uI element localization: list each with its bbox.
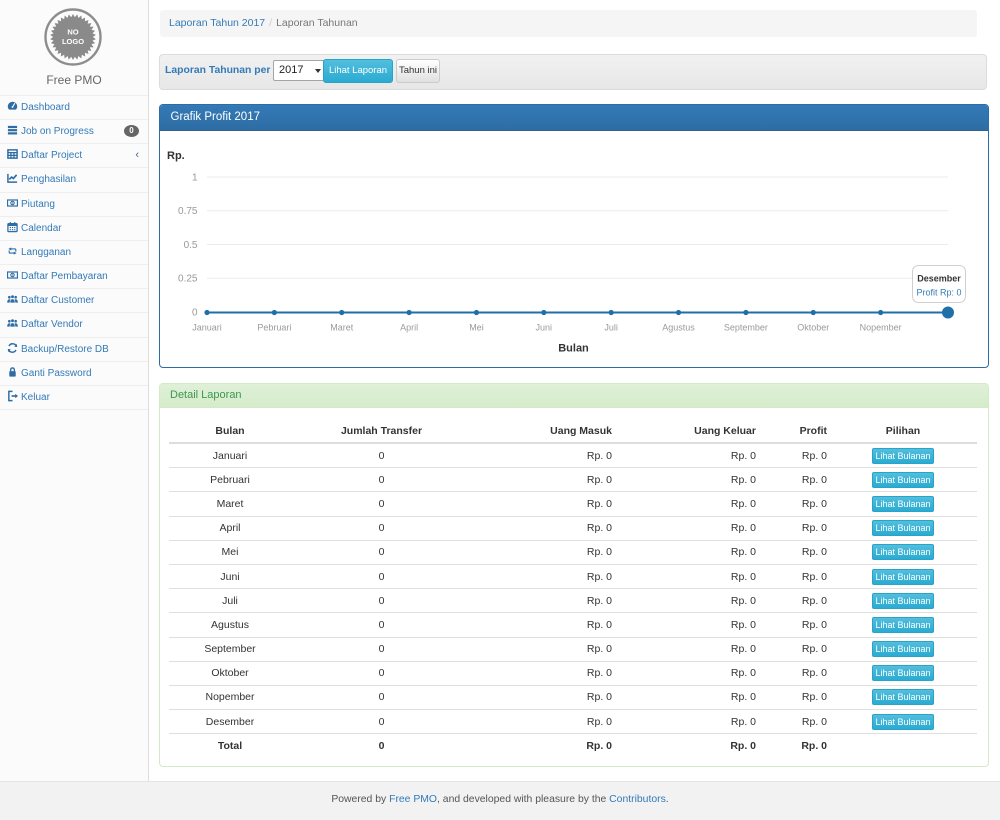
svg-text:Desember: Desember [917,274,961,284]
svg-text:Maret: Maret [330,323,354,333]
svg-text:Nopember: Nopember [860,323,902,333]
svg-text:0.25: 0.25 [178,274,198,285]
svg-text:0.5: 0.5 [184,240,198,251]
svg-text:Mei: Mei [469,323,484,333]
svg-text:Juli: Juli [604,323,618,333]
svg-text:September: September [724,323,768,333]
svg-text:Pebruari: Pebruari [257,323,291,333]
svg-text:Januari: Januari [192,323,222,333]
svg-text:Profit Rp: 0: Profit Rp: 0 [916,288,961,298]
svg-text:Bulan: Bulan [558,343,589,355]
svg-text:LOGO: LOGO [62,37,84,46]
svg-text:0: 0 [192,308,198,319]
svg-text:NO: NO [67,28,78,37]
svg-text:April: April [400,323,418,333]
svg-text:0.75: 0.75 [178,206,198,217]
svg-text:1: 1 [192,173,198,184]
svg-text:Juni: Juni [536,323,553,333]
svg-text:Oktober: Oktober [797,323,829,333]
svg-text:Rp.: Rp. [167,150,185,162]
svg-text:Agustus: Agustus [662,323,695,333]
